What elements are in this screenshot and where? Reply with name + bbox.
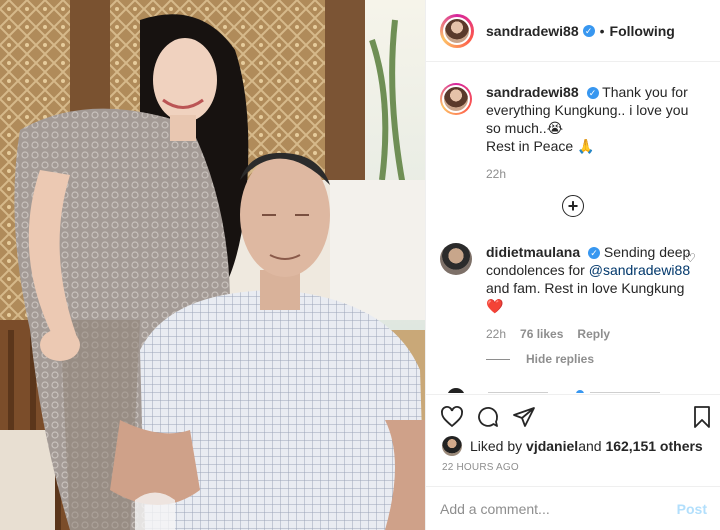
plus-circle-icon[interactable]: +: [562, 195, 584, 217]
next-reply-partial: [440, 383, 710, 393]
post-sidebar: sandradewi88 ✓ • Following sandradewi88 …: [425, 0, 720, 530]
liked-by-middle: and: [578, 438, 602, 454]
liked-by-prefix: Liked by: [470, 438, 523, 454]
caption-line2: Rest in Peace 🙏: [486, 138, 595, 154]
heart-icon[interactable]: [440, 405, 464, 429]
caption-text: sandradewi88 ✓ Thank you for everything …: [486, 83, 701, 137]
hide-replies-label: Hide replies: [526, 352, 595, 366]
comment-like-heart-icon[interactable]: ♡: [685, 251, 696, 265]
comment-username[interactable]: didietmaulana: [486, 244, 580, 260]
caption-username[interactable]: sandradewi88: [486, 84, 579, 100]
liker-avatar[interactable]: [442, 436, 462, 456]
comments-section[interactable]: sandradewi88 ✓ Thank you for everything …: [426, 63, 720, 393]
divider-line: [486, 358, 510, 360]
add-comment-bar: Add a comment... Post: [426, 486, 720, 530]
separator-dot: •: [599, 22, 605, 39]
caption: sandradewi88 ✓ Thank you for everything …: [440, 83, 701, 183]
verified-badge-icon: ✓: [586, 87, 599, 99]
comment-mention[interactable]: @sandradewi88: [589, 262, 690, 278]
comment-input[interactable]: Add a comment...: [440, 501, 677, 517]
liked-by-line: Liked by vjdaniel and 162,151 others: [442, 436, 703, 456]
hide-replies-button[interactable]: Hide replies: [486, 352, 594, 366]
comment-time[interactable]: 22h: [486, 325, 506, 343]
comment-likes[interactable]: 76 likes: [520, 325, 563, 343]
commenter-avatar[interactable]: [440, 243, 472, 275]
red-heart-emoji: ❤️: [486, 298, 504, 314]
author-username[interactable]: sandradewi88: [486, 23, 579, 39]
liked-by-count[interactable]: 162,151 others: [605, 438, 702, 454]
action-bar: [426, 394, 720, 438]
post-comment-button[interactable]: Post: [677, 501, 707, 517]
photo-illustration: [0, 0, 425, 530]
comment-text: didietmaulana ✓ Sending deep condolences…: [486, 243, 701, 315]
post-header: sandradewi88 ✓ • Following: [426, 0, 720, 62]
comment-item: didietmaulana ✓ Sending deep condolences…: [440, 243, 701, 343]
following-button[interactable]: Following: [610, 23, 675, 39]
bookmark-icon[interactable]: [690, 405, 714, 429]
share-icon[interactable]: [512, 405, 536, 429]
verified-badge-icon: ✓: [582, 24, 595, 37]
comment-icon[interactable]: [476, 405, 500, 429]
caption-avatar[interactable]: [440, 83, 472, 115]
post-photo[interactable]: [0, 0, 425, 530]
instagram-post: sandradewi88 ✓ • Following sandradewi88 …: [0, 0, 720, 530]
comment-text-after: and fam. Rest in love Kungkung: [486, 280, 685, 296]
post-timestamp[interactable]: 22 HOURS AGO: [442, 462, 519, 473]
verified-badge-icon: ✓: [588, 247, 601, 259]
liked-by-user[interactable]: vjdaniel: [526, 438, 578, 454]
author-avatar[interactable]: [440, 13, 474, 48]
caption-time[interactable]: 22h: [486, 165, 506, 183]
reply-button[interactable]: Reply: [577, 325, 610, 343]
